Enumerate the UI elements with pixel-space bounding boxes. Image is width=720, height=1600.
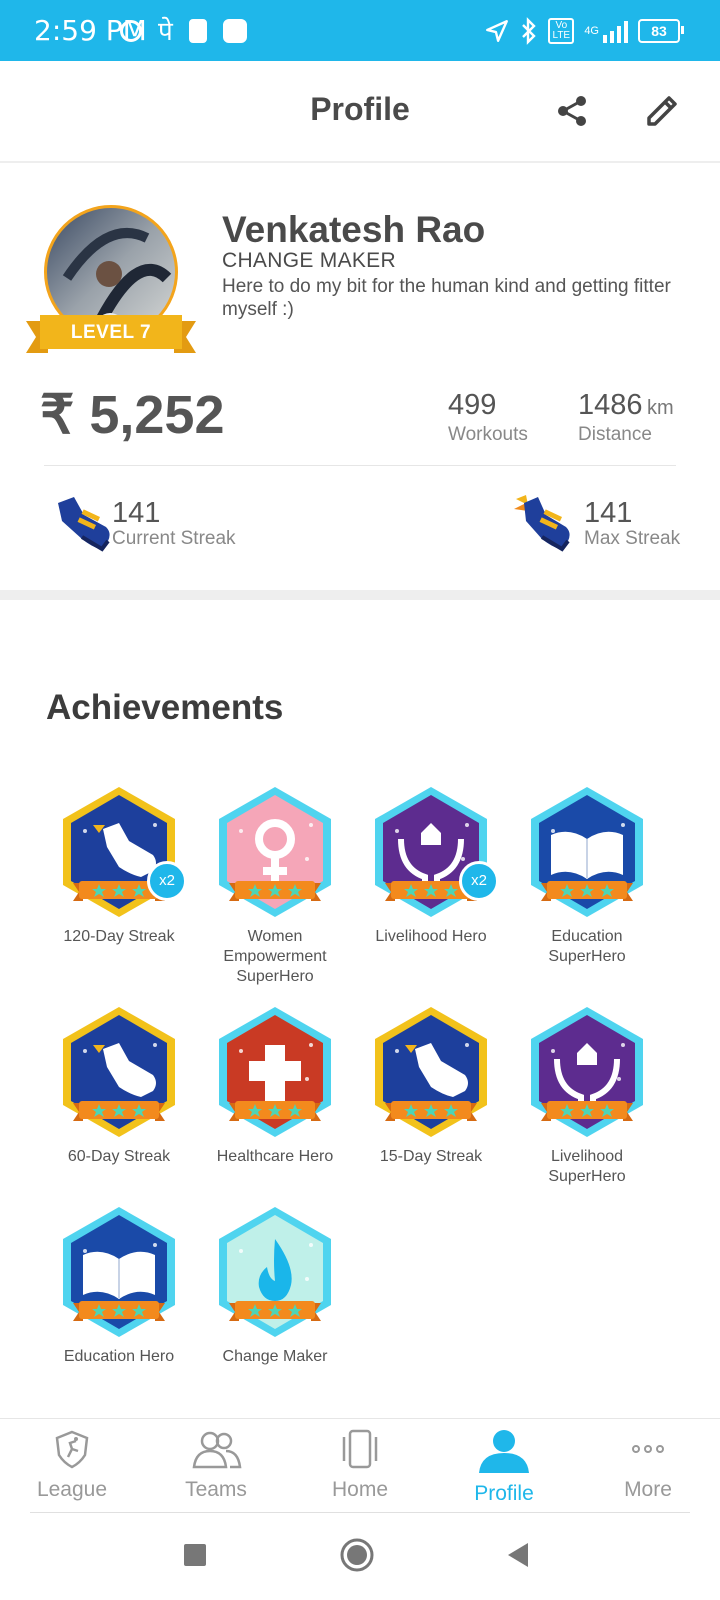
workouts-label: Workouts xyxy=(448,424,528,445)
shoe-icon xyxy=(63,1007,175,1137)
medical-cross-icon xyxy=(219,1007,331,1137)
achievement-badge[interactable]: x2 Livelihood Hero xyxy=(356,785,506,947)
edit-profile-button[interactable] xyxy=(640,89,684,133)
donation-amount: ₹ 5,252 xyxy=(40,385,225,445)
divider xyxy=(44,465,676,466)
bluetooth-icon xyxy=(522,17,537,45)
achievement-label: 15-Day Streak xyxy=(379,1148,483,1165)
flame-icon xyxy=(219,1207,331,1337)
status-notification-icons: पे xyxy=(120,17,247,45)
ellipsis-icon xyxy=(632,1445,664,1453)
alarm-icon xyxy=(120,20,142,42)
achievement-label: Education SuperHero xyxy=(548,928,626,965)
current-streak-label: Current Streak xyxy=(112,528,236,549)
nav-more-label: More xyxy=(624,1478,672,1501)
achievement-label: Healthcare Hero xyxy=(216,1148,334,1165)
max-streak: 141 Max Streak xyxy=(584,498,680,550)
status-system-icons: Vo LTE 4G 83 xyxy=(484,17,684,45)
section-divider xyxy=(0,590,720,600)
home-circle-icon[interactable] xyxy=(340,1538,374,1572)
nav-home[interactable]: Home xyxy=(288,1429,432,1502)
person-icon xyxy=(479,1430,529,1473)
book-icon xyxy=(63,1207,175,1337)
avatar-with-level: LEVEL 7 xyxy=(26,205,196,355)
status-bar: 2:59 PM पे Vo LTE 4G 83 xyxy=(0,0,720,61)
workouts-stat: 499 Workouts xyxy=(448,389,528,446)
achievement-badge[interactable]: Healthcare Hero xyxy=(200,1005,350,1167)
current-streak-value: 141 xyxy=(112,497,161,529)
distance-label: Distance xyxy=(578,424,652,445)
max-streak-value: 141 xyxy=(584,497,633,529)
nav-home-label: Home xyxy=(331,1478,389,1501)
nav-separator xyxy=(30,1512,690,1513)
battery-icon: 83 xyxy=(638,19,684,43)
nav-teams-label: Teams xyxy=(185,1478,247,1501)
page-title: Profile xyxy=(310,91,410,127)
achievement-badge[interactable]: Education Hero xyxy=(44,1205,194,1367)
achievement-badge[interactable]: x2 120-Day Streak xyxy=(44,785,194,947)
nav-teams[interactable]: Teams xyxy=(144,1429,288,1502)
achievement-label: Women Empowerment SuperHero xyxy=(223,928,327,985)
achievement-label: Livelihood Hero xyxy=(375,928,487,945)
app-bar: Profile xyxy=(0,61,720,163)
profile-title: CHANGE MAKER xyxy=(222,249,396,272)
profile-card: LEVEL 7 Venkatesh Rao CHANGE MAKER Here … xyxy=(0,163,720,581)
profile-name: Venkatesh Rao xyxy=(222,209,486,250)
distance-stat: 1486 km Distance xyxy=(578,389,674,446)
back-triangle-icon[interactable] xyxy=(506,1542,530,1568)
nav-league[interactable]: League xyxy=(0,1429,144,1502)
recents-square-icon[interactable] xyxy=(184,1544,206,1566)
shoe-icon xyxy=(58,497,110,552)
signal-icon xyxy=(603,19,628,43)
location-arrow-icon xyxy=(486,20,509,42)
book-icon xyxy=(531,787,643,917)
max-streak-label: Max Streak xyxy=(584,528,681,549)
distance-value: 1486 xyxy=(578,389,643,421)
nav-league-label: League xyxy=(36,1478,108,1501)
phone-icon xyxy=(342,1429,378,1469)
workouts-value: 499 xyxy=(448,389,497,421)
document-icon xyxy=(188,19,207,43)
achievement-badge[interactable]: 60-Day Streak xyxy=(44,1005,194,1167)
profile-bio: Here to do my bit for the human kind and… xyxy=(222,276,671,320)
nav-profile-label: Profile xyxy=(474,1482,534,1505)
achievement-badge[interactable]: 15-Day Streak xyxy=(356,1005,506,1167)
achievement-badge[interactable]: Women Empowerment SuperHero xyxy=(200,785,350,987)
achievement-label: 60-Day Streak xyxy=(67,1148,171,1165)
achievement-label: Livelihood SuperHero xyxy=(548,1148,626,1185)
system-nav-bar xyxy=(0,1514,720,1600)
winged-shoe-icon xyxy=(514,495,570,552)
nav-profile[interactable]: Profile xyxy=(432,1429,576,1506)
achievements-title: Achievements xyxy=(46,688,284,727)
volte-icon: Vo LTE xyxy=(548,18,575,44)
payment-app-icon: पे xyxy=(158,16,173,46)
multiplier-badge: x2 xyxy=(459,861,499,901)
achievement-badge[interactable]: Change Maker xyxy=(200,1205,350,1367)
shoe-icon xyxy=(375,1007,487,1137)
level-label: LEVEL 7 xyxy=(70,322,152,343)
shield-runner-icon xyxy=(55,1430,89,1469)
app-notification-icon xyxy=(222,19,247,43)
multiplier-badge: x2 xyxy=(147,861,187,901)
distance-unit: km xyxy=(646,397,674,419)
people-icon xyxy=(192,1431,242,1469)
female-symbol-icon xyxy=(219,787,331,917)
achievement-badge[interactable]: Livelihood SuperHero xyxy=(512,1005,662,1187)
bottom-nav: League Teams Home Profile More xyxy=(0,1418,720,1515)
achievement-badge[interactable]: Education SuperHero xyxy=(512,785,662,967)
share-button[interactable] xyxy=(550,89,594,133)
network-type: 4G xyxy=(584,25,599,37)
pencil-icon xyxy=(647,96,677,126)
achievement-label: 120-Day Streak xyxy=(63,928,175,945)
nav-more[interactable]: More xyxy=(576,1429,720,1502)
house-hands-icon xyxy=(531,1007,643,1137)
achievement-label: Education Hero xyxy=(63,1348,175,1365)
current-streak: 141 Current Streak xyxy=(112,498,236,550)
share-icon xyxy=(558,96,586,126)
achievement-label: Change Maker xyxy=(222,1348,328,1365)
